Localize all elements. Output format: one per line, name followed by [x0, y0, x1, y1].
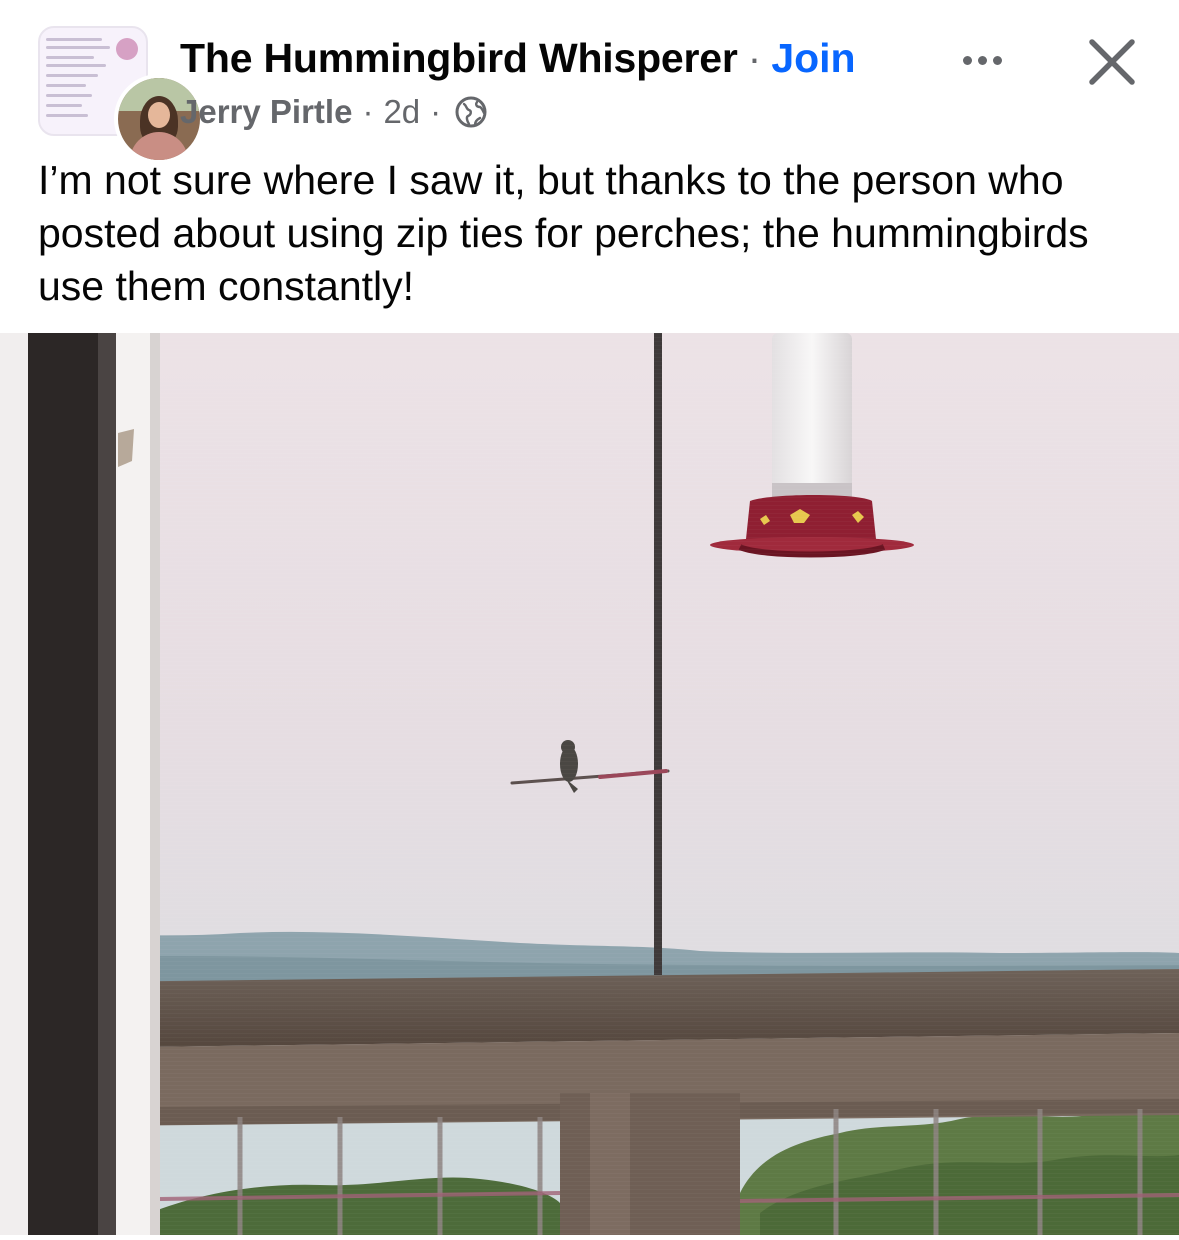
more-options-button[interactable]	[952, 40, 1012, 80]
join-button[interactable]: Join	[771, 35, 855, 82]
post-timestamp[interactable]: 2d	[383, 93, 420, 131]
post-header: The Hummingbird Whisperer · Join Jerry P…	[0, 0, 1179, 164]
more-options-icon	[962, 55, 972, 65]
meta-separator: ·	[430, 93, 442, 130]
close-icon	[1089, 39, 1135, 85]
title-row: The Hummingbird Whisperer · Join	[180, 32, 856, 84]
globe-icon	[455, 96, 487, 128]
post-meta: Jerry Pirtle · 2d ·	[180, 92, 487, 132]
group-avatar-stack[interactable]	[38, 26, 204, 164]
more-options-icon	[977, 55, 987, 65]
group-name-link[interactable]: The Hummingbird Whisperer	[180, 35, 738, 82]
close-button[interactable]	[1084, 34, 1140, 90]
post-body-text: I’m not sure where I saw it, but thanks …	[38, 157, 1089, 309]
title-separator: ·	[747, 34, 762, 81]
author-name-link[interactable]: Jerry Pirtle	[180, 93, 352, 131]
post-photo[interactable]	[0, 333, 1179, 1235]
more-options-icon	[992, 55, 1002, 65]
meta-separator: ·	[362, 93, 374, 130]
